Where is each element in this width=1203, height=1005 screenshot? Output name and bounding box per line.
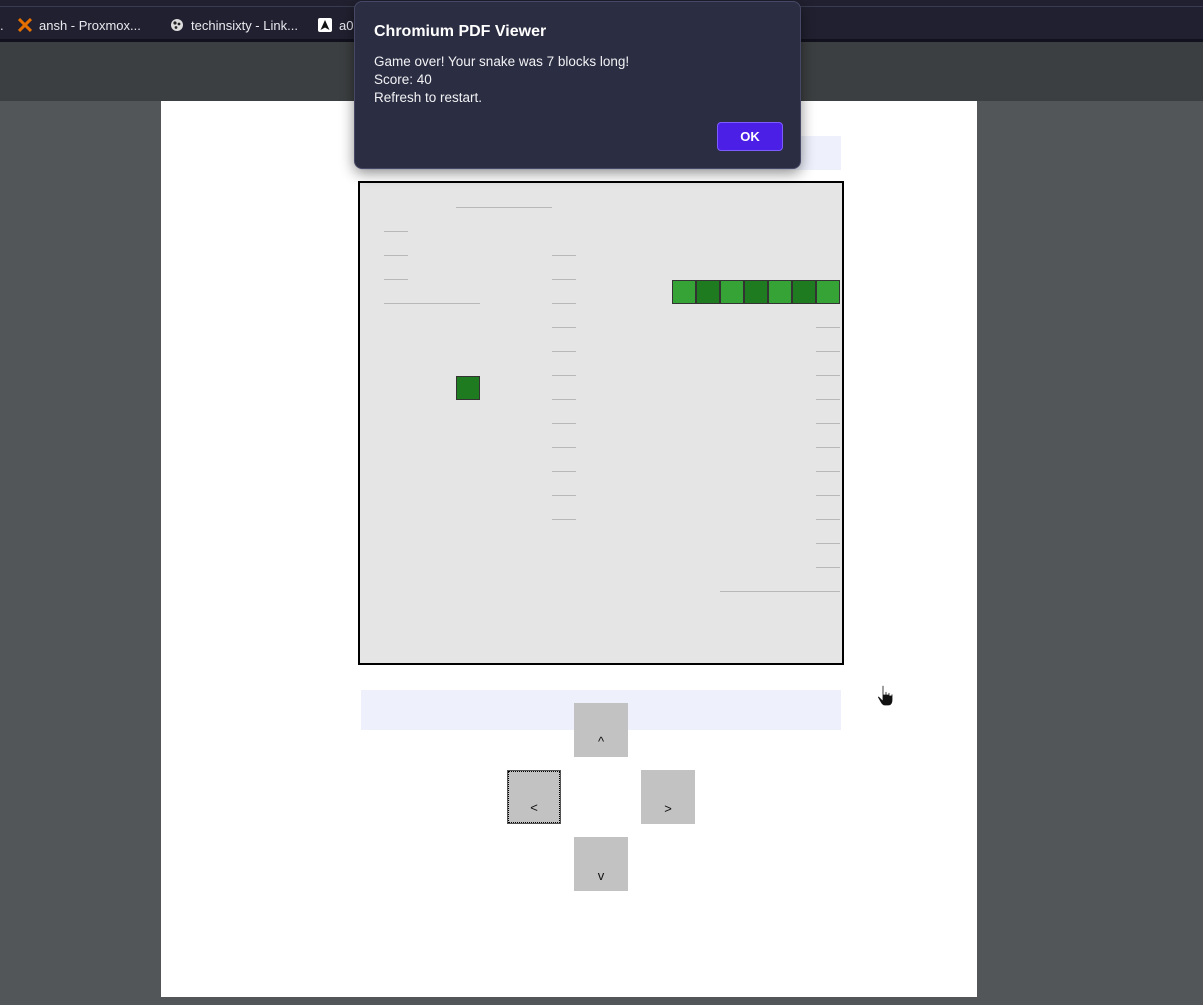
snake-segment — [816, 280, 840, 304]
snake-segment — [720, 280, 744, 304]
bookmark-techinsixty[interactable]: techinsixty - Link... — [170, 16, 298, 34]
left-button[interactable]: < — [507, 770, 561, 824]
gridline — [384, 279, 408, 280]
pdf-page: ^ < > v — [161, 101, 977, 997]
gridline — [816, 567, 840, 568]
gridline — [384, 255, 408, 256]
dialog-message-line: Game over! Your snake was 7 blocks long! — [374, 54, 630, 69]
proxmox-icon — [18, 18, 32, 32]
gridline — [384, 303, 480, 304]
gridline — [816, 375, 840, 376]
gridline — [552, 375, 576, 376]
ok-button[interactable]: OK — [717, 122, 783, 151]
gridline — [816, 351, 840, 352]
gridline — [816, 327, 840, 328]
gridline — [552, 447, 576, 448]
gridline — [816, 471, 840, 472]
gridline — [816, 543, 840, 544]
gridline — [456, 207, 552, 208]
bookmark-a0[interactable]: a0 — [318, 16, 353, 34]
snake-segment — [696, 280, 720, 304]
bookmark-label: ansh - Proxmox... — [39, 17, 141, 33]
gridline — [552, 279, 576, 280]
gridline — [552, 519, 576, 520]
dialog-title: Chromium PDF Viewer — [374, 23, 547, 40]
gridline — [720, 591, 840, 592]
up-button[interactable]: ^ — [574, 703, 628, 757]
gridline — [816, 519, 840, 520]
gridline — [816, 423, 840, 424]
snake-segment — [672, 280, 696, 304]
snake-segment — [744, 280, 768, 304]
food-block — [456, 376, 480, 400]
alert-dialog: Chromium PDF Viewer Game over! Your snak… — [354, 1, 801, 169]
right-button[interactable]: > — [641, 770, 695, 824]
gear-icon — [170, 18, 184, 32]
down-button[interactable]: v — [574, 837, 628, 891]
snake-segment — [768, 280, 792, 304]
gridline — [552, 351, 576, 352]
gridline — [816, 447, 840, 448]
gridline — [384, 231, 408, 232]
dialog-restart-line: Refresh to restart. — [374, 90, 483, 105]
bookmark-label: a0 — [339, 17, 354, 33]
game-board — [358, 181, 844, 665]
snake-segment — [792, 280, 816, 304]
arch-logo-icon — [318, 18, 332, 32]
gridline — [816, 495, 840, 496]
gridline — [552, 423, 576, 424]
gridline — [552, 495, 576, 496]
bookmark-overflow[interactable]: . — [0, 16, 4, 34]
gridline — [816, 399, 840, 400]
dialog-score-line: Score: 40 — [374, 72, 432, 87]
gridline — [552, 255, 576, 256]
gridline — [552, 303, 576, 304]
gridline — [552, 327, 576, 328]
bookmark-proxmox[interactable]: ansh - Proxmox... — [18, 16, 141, 34]
gridline — [552, 471, 576, 472]
gridline — [552, 399, 576, 400]
bookmark-label: techinsixty - Link... — [191, 17, 298, 33]
hand-cursor-icon — [876, 684, 896, 713]
